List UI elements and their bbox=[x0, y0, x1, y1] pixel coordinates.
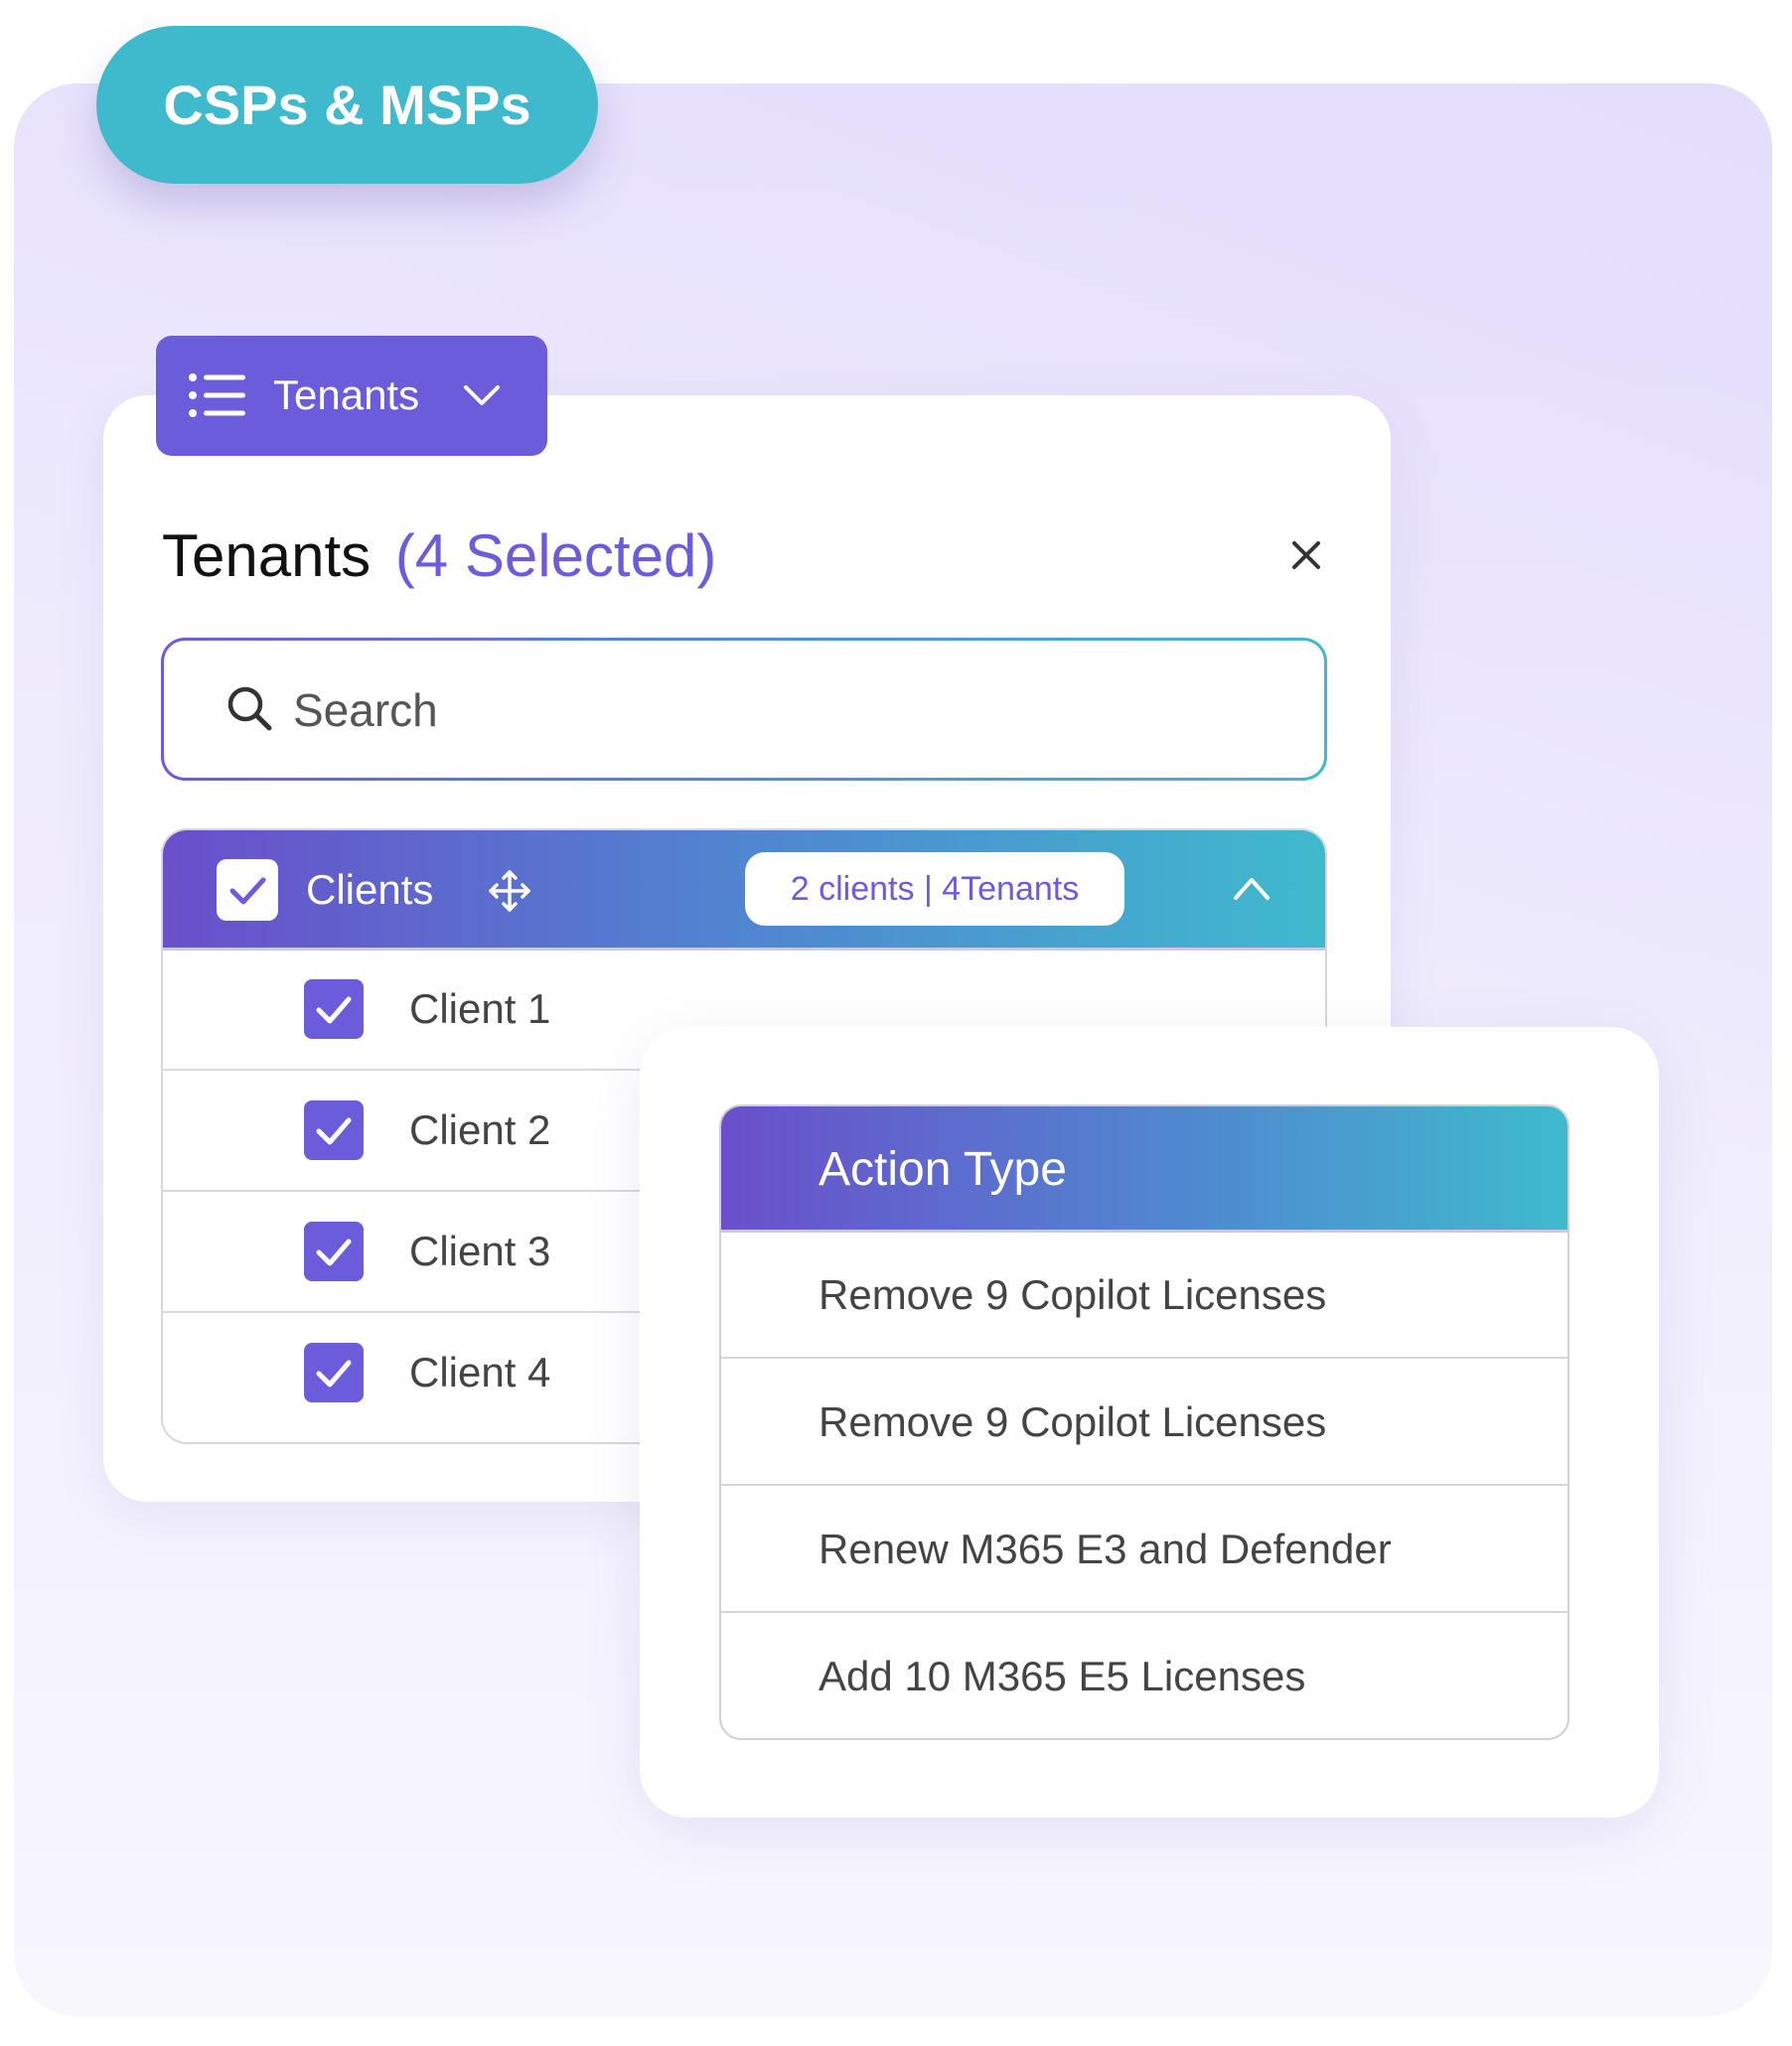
client-checkbox[interactable] bbox=[304, 1100, 364, 1160]
action-row[interactable]: Renew M365 E3 and Defender bbox=[721, 1486, 1568, 1613]
action-type-table: Action Type Remove 9 Copilot Licenses Re… bbox=[719, 1104, 1569, 1740]
chevron-up-icon[interactable] bbox=[1232, 872, 1271, 902]
action-type-panel: Action Type Remove 9 Copilot Licenses Re… bbox=[640, 1027, 1659, 1818]
search-icon bbox=[227, 686, 272, 731]
clients-summary-badge: 2 clients | 4Tenants bbox=[745, 852, 1124, 926]
check-icon bbox=[229, 877, 266, 905]
tenants-dropdown-label: Tenants bbox=[273, 371, 420, 418]
client-label: Client 1 bbox=[409, 985, 551, 1032]
csps-msps-badge: CSPs & MSPs bbox=[96, 26, 598, 184]
badge-label: CSPs & MSPs bbox=[163, 73, 531, 136]
action-row[interactable]: Add 10 M365 E5 Licenses bbox=[721, 1613, 1568, 1738]
chevron-down-icon bbox=[464, 385, 500, 405]
action-row-label: Remove 9 Copilot Licenses bbox=[819, 1398, 1327, 1445]
action-row[interactable]: Remove 9 Copilot Licenses bbox=[721, 1232, 1568, 1359]
move-icon[interactable] bbox=[487, 868, 532, 914]
check-icon bbox=[316, 1360, 352, 1388]
action-row[interactable]: Remove 9 Copilot Licenses bbox=[721, 1359, 1568, 1486]
search-input[interactable] bbox=[291, 670, 1189, 750]
panel-title-text: Tenants bbox=[162, 522, 372, 589]
close-icon[interactable] bbox=[1289, 538, 1323, 572]
clients-group-label: Clients bbox=[306, 866, 434, 913]
action-row-label: Add 10 M365 E5 Licenses bbox=[819, 1653, 1306, 1699]
list-icon bbox=[189, 373, 245, 417]
clients-select-all-checkbox[interactable] bbox=[217, 859, 278, 921]
panel-title: Tenants (4 Selected) bbox=[162, 516, 716, 596]
search-field-inner bbox=[164, 641, 1324, 778]
clients-group-header[interactable]: Clients 2 clients | 4Tenants bbox=[163, 830, 1325, 950]
search-field bbox=[161, 638, 1327, 781]
client-checkbox[interactable] bbox=[304, 979, 364, 1039]
client-label: Client 3 bbox=[409, 1228, 551, 1274]
clients-summary-text: 2 clients | 4Tenants bbox=[790, 869, 1080, 908]
tenants-dropdown-button[interactable]: Tenants bbox=[156, 336, 547, 456]
action-row-label: Remove 9 Copilot Licenses bbox=[819, 1271, 1327, 1318]
check-icon bbox=[316, 996, 352, 1024]
check-icon bbox=[316, 1239, 352, 1266]
client-label: Client 2 bbox=[409, 1106, 551, 1153]
client-label: Client 4 bbox=[409, 1349, 551, 1395]
client-checkbox[interactable] bbox=[304, 1222, 364, 1281]
selected-count: (4 Selected) bbox=[394, 522, 717, 589]
action-row-label: Renew M365 E3 and Defender bbox=[819, 1526, 1392, 1572]
check-icon bbox=[316, 1117, 352, 1145]
action-type-header-label: Action Type bbox=[819, 1143, 1067, 1196]
client-checkbox[interactable] bbox=[304, 1343, 364, 1402]
action-type-header: Action Type bbox=[721, 1106, 1568, 1233]
